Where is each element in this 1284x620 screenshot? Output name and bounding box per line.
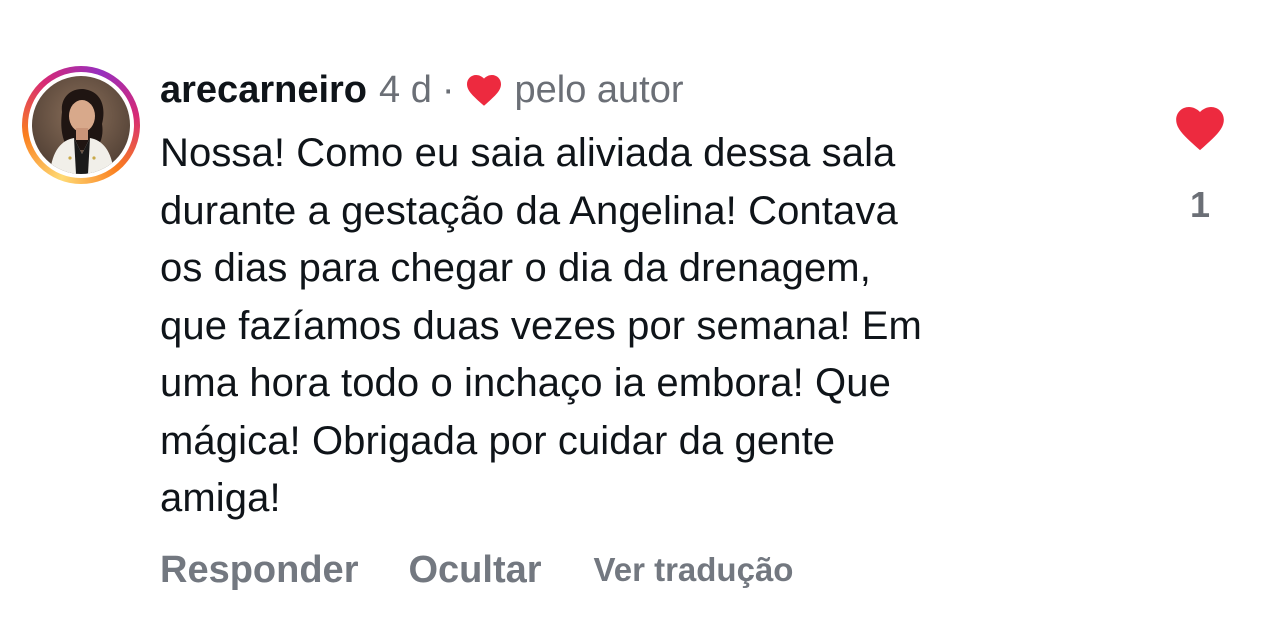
- comment: arecarneiro 4 d · pelo autor Nossa! Como…: [0, 0, 1284, 620]
- heart-icon: [465, 73, 503, 107]
- like-column: 1: [1166, 104, 1234, 226]
- comment-text-line: os dias para chegar o dia da drenagem,: [160, 246, 871, 290]
- translate-button[interactable]: Ver tradução: [594, 551, 794, 589]
- heart-icon[interactable]: [1174, 104, 1226, 152]
- avatar-border: [28, 72, 134, 178]
- username[interactable]: arecarneiro: [160, 69, 367, 112]
- comment-text-line: uma hora todo o inchaço ia embora! Que: [160, 361, 891, 405]
- comment-actions: Responder Ocultar Ver tradução: [160, 540, 793, 600]
- reply-button[interactable]: Responder: [160, 549, 358, 592]
- comment-text-line: Nossa! Como eu saia aliviada dessa sala: [160, 131, 896, 175]
- comment-text-line: durante a gestação da Angelina! Contava: [160, 188, 898, 233]
- avatar[interactable]: [32, 76, 130, 174]
- comment-text: Nossa! Como eu saia aliviada dessa sala …: [160, 125, 1120, 528]
- comment-text-line: amiga!: [160, 476, 281, 520]
- comment-header: arecarneiro 4 d · pelo autor: [160, 64, 684, 116]
- time-ago: 4 d: [379, 68, 432, 111]
- comment-text-line: mágica! Obrigada por cuidar da gente: [160, 418, 836, 463]
- like-count[interactable]: 1: [1190, 184, 1210, 226]
- comment-text-line: que fazíamos duas vezes por semana! Em: [160, 303, 922, 348]
- avatar-story-ring[interactable]: [22, 66, 140, 184]
- separator: ·: [441, 68, 455, 111]
- hide-button[interactable]: Ocultar: [408, 549, 541, 592]
- liked-by-author-label: pelo autor: [514, 68, 684, 111]
